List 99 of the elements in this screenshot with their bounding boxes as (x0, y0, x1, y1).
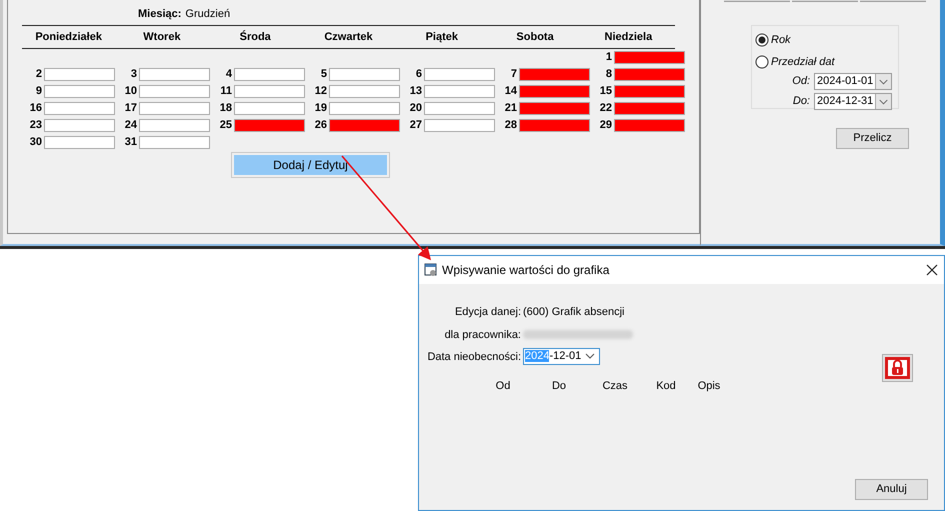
day-field[interactable] (329, 68, 400, 80)
day-number: 11 (219, 85, 232, 97)
dropdown-icon (875, 74, 891, 89)
weekday-header: Środa (238, 29, 272, 44)
date-field[interactable]: 2024-12-01 (523, 348, 600, 365)
day-field[interactable] (139, 68, 210, 80)
day-field[interactable] (139, 136, 210, 148)
day-field[interactable] (424, 84, 495, 98)
day-number: 8 (604, 68, 612, 80)
day-number: 9 (34, 85, 42, 97)
window-icon (424, 263, 438, 277)
radio-button[interactable] (755, 54, 769, 69)
radio-label: Rok (771, 33, 791, 48)
day-field[interactable] (329, 102, 400, 114)
day-field[interactable] (614, 102, 685, 114)
day-field[interactable] (44, 102, 115, 114)
day-field[interactable] (44, 118, 115, 132)
lock-button[interactable] (882, 354, 913, 382)
day-number: 3 (130, 68, 137, 80)
day-field[interactable] (614, 68, 685, 80)
employee-label: dla pracownika: (444, 328, 521, 342)
day-field[interactable] (614, 84, 685, 98)
day-number: 27 (408, 119, 422, 131)
radio-button[interactable] (755, 33, 769, 48)
to-label: Do: (792, 94, 810, 110)
dropdown-icon (584, 351, 596, 362)
day-field[interactable] (424, 68, 495, 80)
column-header: Do (550, 378, 568, 394)
date-label: Data nieobecności: (426, 350, 521, 365)
weekday-header: Niedziela (604, 30, 654, 44)
day-field[interactable] (44, 68, 115, 80)
column-header: Czas (601, 378, 629, 394)
from-label: Od: (792, 74, 810, 90)
day-number: 13 (408, 85, 422, 97)
day-number: 2 (34, 68, 42, 80)
weekday-header: Czwartek (323, 30, 374, 44)
day-number: 19 (314, 102, 327, 114)
day-number: 24 (124, 119, 137, 131)
day-number: 15 (598, 85, 612, 97)
day-number: 12 (314, 85, 327, 97)
day-number: 4 (224, 68, 232, 80)
weekday-header: Piątek (424, 30, 459, 44)
day-field[interactable] (234, 84, 305, 98)
day-number: 30 (28, 136, 42, 148)
radio-label: Przedział dat (771, 54, 835, 70)
day-field[interactable] (329, 84, 400, 98)
day-number: 5 (320, 68, 327, 80)
day-number: 7 (510, 68, 517, 80)
month-value: Grudzień (185, 7, 230, 22)
from-date-field[interactable]: 2024-01-01 (814, 73, 892, 90)
column-header: Opis (696, 378, 722, 394)
day-number: 28 (504, 119, 517, 131)
edit-label: Edycja danej: (454, 305, 521, 320)
column-header: Kod (655, 378, 677, 394)
column-header: Od (494, 378, 512, 394)
day-field[interactable] (139, 102, 210, 114)
day-number: 1 (604, 51, 612, 63)
day-number: 6 (414, 68, 422, 80)
day-field[interactable] (424, 102, 495, 114)
day-field[interactable] (519, 102, 590, 114)
recalculate-button[interactable]: Przelicz (836, 128, 909, 149)
day-number: 26 (314, 119, 327, 131)
day-field[interactable] (234, 102, 305, 114)
weekday-header: Wtorek (142, 30, 182, 44)
day-field[interactable] (44, 84, 115, 98)
day-field[interactable] (329, 118, 400, 132)
day-field[interactable] (234, 68, 305, 80)
day-number: 18 (218, 102, 232, 114)
day-field[interactable] (519, 68, 590, 80)
day-field[interactable] (139, 84, 210, 98)
dialog-title: Wpisywanie wartości do grafika (442, 262, 610, 279)
day-field[interactable] (44, 136, 115, 148)
day-number: 23 (28, 119, 42, 131)
day-field[interactable] (139, 118, 210, 132)
to-date-field[interactable]: 2024-12-31 (814, 93, 892, 110)
lock-icon (885, 357, 910, 379)
day-field[interactable] (614, 50, 685, 64)
weekday-header: Poniedziałek (34, 30, 103, 44)
day-number: 25 (218, 119, 232, 131)
day-number: 29 (598, 119, 612, 131)
day-number: 14 (504, 85, 517, 97)
day-number: 17 (124, 102, 137, 114)
add-edit-button[interactable]: Dodaj / Edytuj (231, 152, 390, 178)
day-field[interactable] (519, 118, 590, 132)
day-field[interactable] (614, 118, 685, 132)
day-field[interactable] (424, 118, 495, 132)
day-number: 16 (28, 102, 42, 114)
weekday-header: Sobota (515, 30, 555, 44)
day-number: 20 (408, 102, 422, 114)
close-icon[interactable] (926, 264, 938, 276)
day-field[interactable] (519, 84, 590, 98)
day-number: 31 (124, 136, 137, 148)
day-number: 21 (504, 102, 517, 114)
month-label: Miesiąc: (138, 7, 182, 22)
cancel-button[interactable]: Anuluj (855, 479, 928, 500)
day-number: 10 (124, 85, 137, 97)
edit-value: (600) Grafik absencji (523, 305, 626, 320)
day-field[interactable] (234, 118, 305, 132)
day-number: 22 (598, 102, 612, 114)
